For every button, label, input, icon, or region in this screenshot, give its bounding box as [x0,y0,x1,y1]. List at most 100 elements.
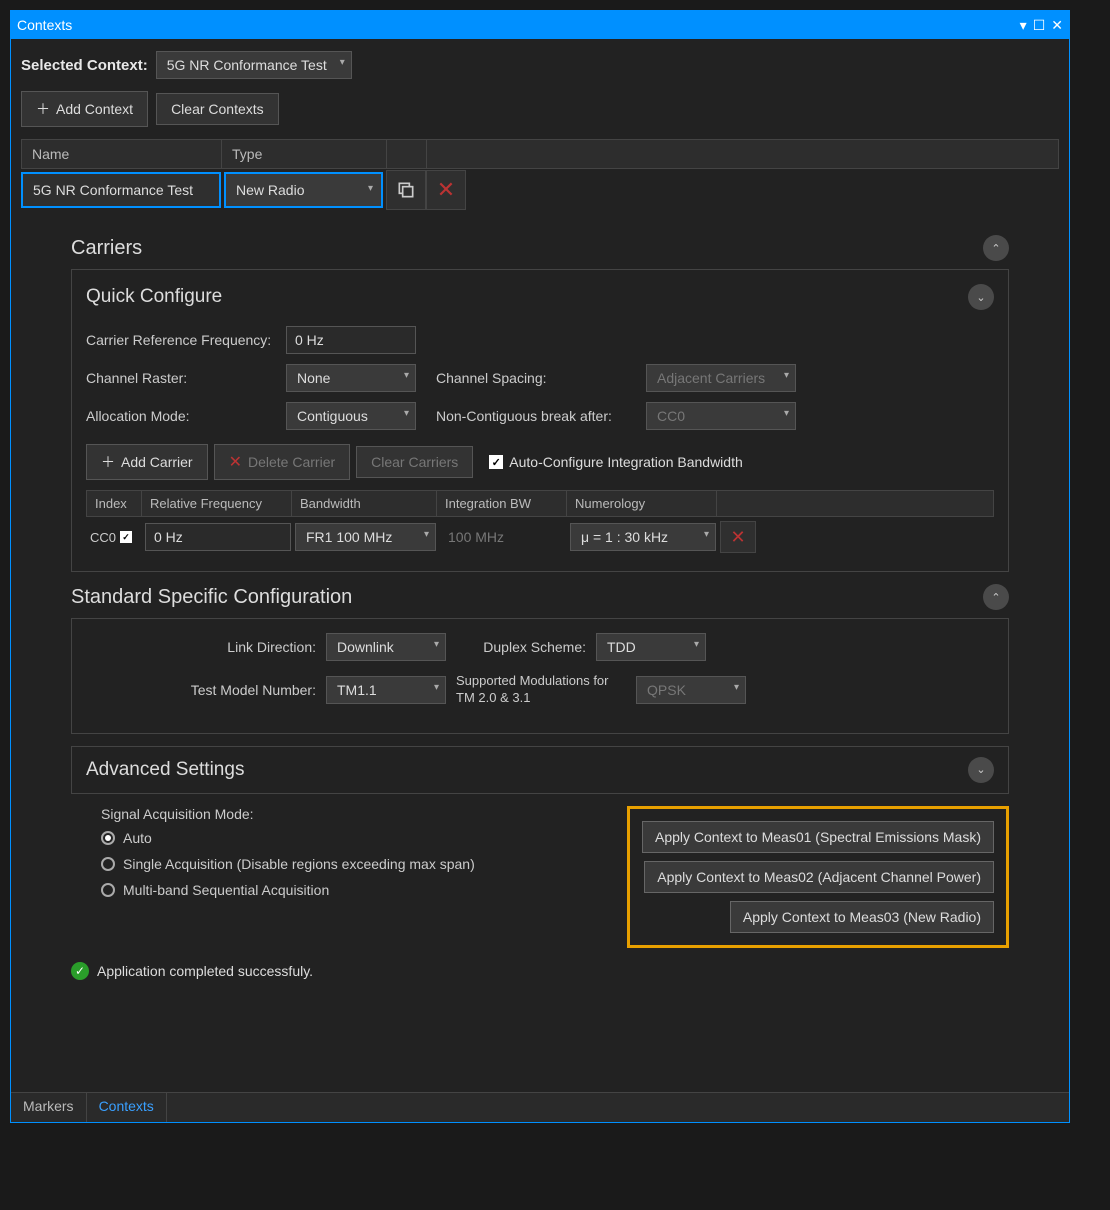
sections: Carriers ⌃ Quick Configure ⌄ Carrier Ref… [21,211,1059,980]
radio-auto[interactable] [101,831,115,845]
col-bandwidth: Bandwidth [292,491,437,516]
radio-single-label: Single Acquisition (Disable regions exce… [123,856,475,872]
success-icon: ✓ [71,962,89,980]
quick-configure-collapse-button[interactable]: ⌄ [968,284,994,310]
radio-auto-label: Auto [123,830,152,846]
carrier-row: CC0 ✓ 0 Hz FR1 100 MHz 100 MHz μ = 1 : 3… [86,517,994,557]
test-model-dropdown[interactable]: TM1.1 [326,676,446,704]
window-title: Contexts [17,17,72,33]
alloc-label: Allocation Mode: [86,408,276,424]
context-type-dropdown[interactable]: New Radio [224,172,383,208]
bottom-row: Signal Acquisition Mode: Auto Single Acq… [71,806,1009,948]
break-label: Non-Contiguous break after: [436,408,636,424]
carrier-index-cell: CC0 ✓ [86,530,141,545]
col-relfreq: Relative Frequency [142,491,292,516]
link-direction-label: Link Direction: [176,639,316,655]
x-icon: ✕ [229,452,242,472]
delete-carrier-button[interactable]: ✕ Delete Carrier [214,444,351,480]
modulations-label: Supported Modulations for TM 2.0 & 3.1 [456,673,626,707]
auto-config-checkbox[interactable]: ✓ [489,455,503,469]
carriers-header: Carriers ⌃ [71,235,1009,261]
crf-label: Carrier Reference Frequency: [86,332,276,348]
advanced-collapse-button[interactable]: ⌄ [968,757,994,783]
alloc-dropdown[interactable]: Contiguous [286,402,416,430]
delete-carrier-row-button[interactable]: ✕ [720,521,756,553]
delete-carrier-label: Delete Carrier [248,454,335,470]
col-name: Name [22,140,222,168]
col-copy [387,140,427,168]
test-model-label: Test Model Number: [176,682,316,698]
panel-body: Selected Context: 5G NR Conformance Test… [11,39,1069,1092]
add-context-button[interactable]: ＋ Add Context [21,91,148,127]
window-controls: ▾ ☐ ✕ [1020,17,1063,34]
col-del [717,491,753,516]
tab-contexts[interactable]: Contexts [87,1093,167,1122]
maximize-icon[interactable]: ☐ [1033,17,1046,34]
clear-carriers-button[interactable]: Clear Carriers [356,446,473,478]
break-dropdown[interactable]: CC0 [646,402,796,430]
apply-meas03-button[interactable]: Apply Context to Meas03 (New Radio) [730,901,994,933]
tab-markers[interactable]: Markers [11,1093,87,1122]
col-delete [427,140,467,168]
status-row: ✓ Application completed successfuly. [71,948,1009,980]
carrier-toolbar: ＋ Add Carrier ✕ Delete Carrier Clear Car… [86,444,994,480]
modulations-dropdown[interactable]: QPSK [636,676,746,704]
signal-acq-radios: Auto Single Acquisition (Disable regions… [101,830,587,898]
col-integration-bw: Integration BW [437,491,567,516]
close-icon[interactable]: ✕ [1051,17,1063,34]
bandwidth-dropdown[interactable]: FR1 100 MHz [295,523,436,551]
signal-acq-group: Signal Acquisition Mode: Auto Single Acq… [71,806,587,898]
col-spacer2 [753,491,993,516]
carrier-index: CC0 [90,530,116,545]
radio-multiband-row[interactable]: Multi-band Sequential Acquisition [101,882,587,898]
advanced-title: Advanced Settings [86,759,244,781]
add-carrier-button[interactable]: ＋ Add Carrier [86,444,208,480]
spacing-dropdown[interactable]: Adjacent Carriers [646,364,796,392]
apply-context-box: Apply Context to Meas01 (Spectral Emissi… [627,806,1009,948]
x-icon: ✕ [437,177,455,203]
carrier-enabled-checkbox[interactable]: ✓ [120,531,132,543]
numerology-dropdown[interactable]: μ = 1 : 30 kHz [570,523,716,551]
radio-single[interactable] [101,857,115,871]
link-direction-row: Link Direction: Downlink Duplex Scheme: … [86,633,994,661]
carriers-collapse-button[interactable]: ⌃ [983,235,1009,261]
relfreq-input[interactable]: 0 Hz [145,523,291,551]
radio-auto-row[interactable]: Auto [101,830,587,846]
duplex-label: Duplex Scheme: [456,639,586,655]
context-name-cell[interactable]: 5G NR Conformance Test [21,172,221,208]
clear-contexts-label: Clear Contexts [171,101,264,117]
radio-single-row[interactable]: Single Acquisition (Disable regions exce… [101,856,587,872]
test-model-row: Test Model Number: TM1.1 Supported Modul… [86,673,994,707]
add-context-label: Add Context [56,101,133,117]
radio-multiband[interactable] [101,883,115,897]
bottom-tabs: Markers Contexts [11,1092,1069,1122]
crf-row: Carrier Reference Frequency: 0 Hz [86,326,994,354]
std-config-header: Standard Specific Configuration ⌃ [71,584,1009,610]
carriers-title: Carriers [71,237,142,260]
status-text: Application completed successfuly. [97,963,313,979]
add-carrier-label: Add Carrier [121,454,193,470]
copy-context-button[interactable] [386,170,426,210]
raster-dropdown[interactable]: None [286,364,416,392]
apply-meas02-button[interactable]: Apply Context to Meas02 (Adjacent Channe… [644,861,994,893]
selected-context-dropdown[interactable]: 5G NR Conformance Test [156,51,352,79]
col-index: Index [87,491,142,516]
selected-context-label: Selected Context: [21,57,148,74]
chevron-down-icon: ⌄ [976,763,985,776]
plus-icon: ＋ [36,99,50,119]
quick-configure-title: Quick Configure [86,286,222,308]
dropdown-icon[interactable]: ▾ [1020,17,1027,34]
delete-context-button[interactable]: ✕ [426,170,466,210]
plus-icon: ＋ [101,452,115,472]
context-table-header: Name Type [21,139,1059,169]
radio-multiband-label: Multi-band Sequential Acquisition [123,882,329,898]
duplex-dropdown[interactable]: TDD [596,633,706,661]
link-direction-dropdown[interactable]: Downlink [326,633,446,661]
std-config-collapse-button[interactable]: ⌃ [983,584,1009,610]
apply-meas01-button[interactable]: Apply Context to Meas01 (Spectral Emissi… [642,821,994,853]
chevron-up-icon: ⌃ [991,591,1000,604]
crf-input[interactable]: 0 Hz [286,326,416,354]
clear-contexts-button[interactable]: Clear Contexts [156,93,279,125]
std-config-panel: Link Direction: Downlink Duplex Scheme: … [71,618,1009,734]
raster-label: Channel Raster: [86,370,276,386]
